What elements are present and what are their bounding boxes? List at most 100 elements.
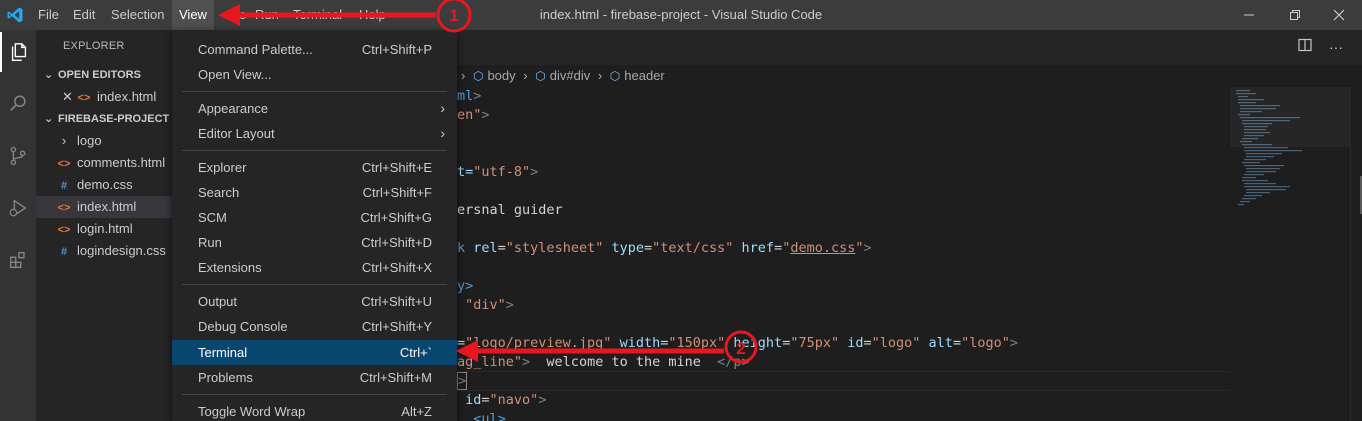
- menu-item-appearance[interactable]: Appearance ›: [172, 96, 457, 121]
- tree-item-label: login.html: [77, 221, 133, 236]
- element-icon: ⬡: [609, 69, 621, 83]
- html-icon: <>: [77, 92, 91, 104]
- current-line-highlight: [454, 371, 1230, 391]
- search-icon: [10, 95, 26, 112]
- css-icon: #: [60, 246, 68, 258]
- code-line[interactable]: t="utf-8">: [457, 163, 538, 182]
- code-line[interactable]: "div">: [457, 296, 514, 315]
- search-activity-button[interactable]: [0, 84, 36, 124]
- css-icon: #: [60, 180, 68, 192]
- code-line[interactable]: en">: [457, 106, 490, 125]
- split-editor-button[interactable]: [1296, 38, 1314, 56]
- code-line[interactable]: ag_line"> welcome to the mine </p>: [457, 353, 750, 372]
- html-icon: <>: [57, 224, 71, 236]
- more-actions-button[interactable]: ···: [1327, 38, 1345, 56]
- code-line[interactable]: ersnal guider: [457, 201, 563, 220]
- menu-item-terminal[interactable]: Terminal Ctrl+`: [172, 340, 457, 365]
- project-header[interactable]: ⌄ FIREBASE-PROJECT: [36, 108, 172, 130]
- menu-separator: [182, 394, 447, 395]
- menu-edit[interactable]: Edit: [66, 0, 102, 30]
- open-editor-label: index.html: [97, 89, 157, 104]
- tree-file-comments[interactable]: <> comments.html: [36, 152, 172, 174]
- explorer-title: EXPLORER: [63, 40, 125, 52]
- files-icon: [11, 43, 27, 61]
- menu-separator: [182, 150, 447, 151]
- extensions-activity-button[interactable]: [0, 240, 36, 280]
- menu-item-debug-console[interactable]: Debug Console Ctrl+Shift+Y: [172, 314, 457, 339]
- explorer-sidebar: EXPLORER ⌄ OPEN EDITORS ✕ <> index.html ⌄ FI…: [36, 30, 172, 421]
- minimap[interactable]: [1230, 87, 1350, 421]
- open-editors-header[interactable]: ⌄ OPEN EDITORS: [36, 64, 172, 86]
- chevron-right-icon: ›: [440, 125, 445, 141]
- minimize-icon: [1244, 14, 1254, 16]
- close-icon: [1333, 9, 1345, 21]
- breadcrumb: › ⬡ body › ⬡ div#div › ⬡ header: [457, 65, 665, 87]
- breadcrumb-body[interactable]: body: [487, 68, 515, 83]
- vscode-logo-icon: [7, 7, 23, 23]
- chevron-down-icon: ⌄: [44, 113, 54, 125]
- menu-item-extensions[interactable]: Extensions Ctrl+Shift+X: [172, 255, 457, 280]
- element-icon: ⬡: [472, 69, 484, 83]
- run-debug-icon: [9, 199, 27, 217]
- code-line[interactable]: ml>: [457, 87, 481, 106]
- code-line[interactable]: <ul>: [457, 410, 506, 421]
- chevron-right-icon: ›: [61, 133, 67, 148]
- menu-item-search[interactable]: Search Ctrl+Shift+F: [172, 180, 457, 205]
- source-control-icon: [10, 146, 26, 166]
- menu-item-problems[interactable]: Problems Ctrl+Shift+M: [172, 365, 457, 390]
- vertical-scrollbar[interactable]: [1350, 87, 1362, 421]
- breadcrumb-div[interactable]: div#div: [550, 68, 590, 83]
- tree-file-login[interactable]: <> login.html: [36, 218, 172, 240]
- explorer-activity-button[interactable]: [0, 32, 36, 72]
- extensions-icon: [9, 251, 25, 269]
- chevron-right-icon: ›: [461, 68, 466, 83]
- menu-item-run[interactable]: Run Ctrl+Shift+D: [172, 230, 457, 255]
- menu-view[interactable]: View: [172, 0, 214, 30]
- close-icon[interactable]: ✕: [62, 86, 76, 108]
- view-menu-dropdown: Command Palette... Ctrl+Shift+P Open View…: [172, 30, 457, 421]
- menu-item-output[interactable]: Output Ctrl+Shift+U: [172, 289, 457, 314]
- menu-run[interactable]: Run: [248, 0, 286, 30]
- menu-item-scm[interactable]: SCM Ctrl+Shift+G: [172, 205, 457, 230]
- minimize-button[interactable]: [1226, 0, 1272, 30]
- tree-item-label: index.html: [77, 199, 137, 214]
- restore-icon: [1290, 10, 1300, 20]
- split-editor-icon: [1298, 38, 1312, 52]
- code-line[interactable]: ="logo/preview.jpg" width="150px" height…: [457, 334, 1018, 353]
- element-icon: ⬡: [535, 69, 546, 83]
- menu-help[interactable]: Help: [352, 0, 393, 30]
- run-debug-activity-button[interactable]: [0, 188, 36, 228]
- menu-terminal[interactable]: Terminal: [286, 0, 349, 30]
- open-editor-item[interactable]: ✕ <> index.html: [36, 86, 172, 108]
- code-line[interactable]: k rel="stylesheet" type="text/css" href=…: [457, 239, 872, 258]
- chevron-right-icon: ›: [440, 100, 445, 116]
- chevron-right-icon: ›: [597, 68, 603, 83]
- breadcrumb-header[interactable]: header: [624, 68, 664, 83]
- close-window-button[interactable]: [1316, 0, 1362, 30]
- restore-button[interactable]: [1272, 0, 1318, 30]
- html-icon: <>: [57, 202, 71, 214]
- menu-item-explorer[interactable]: Explorer Ctrl+Shift+E: [172, 155, 457, 180]
- tree-file-index[interactable]: <> index.html: [36, 196, 172, 218]
- menu-separator: [182, 284, 447, 285]
- more-icon: ···: [1329, 39, 1343, 55]
- title-bar: index.html - firebase-project - Visual S…: [0, 0, 1362, 30]
- menu-item-editor-layout[interactable]: Editor Layout ›: [172, 121, 457, 146]
- tree-file-demo-css[interactable]: # demo.css: [36, 174, 172, 196]
- menu-item-toggle-word-wrap[interactable]: Toggle Word Wrap Alt+Z: [172, 399, 457, 421]
- tree-folder-logo[interactable]: › logo: [36, 130, 172, 152]
- source-control-activity-button[interactable]: [0, 136, 36, 176]
- tree-item-label: demo.css: [77, 177, 133, 192]
- tree-file-logindesign[interactable]: # logindesign.css: [36, 240, 172, 262]
- tree-item-label: logindesign.css: [77, 243, 166, 258]
- open-editors-label: OPEN EDITORS: [58, 69, 141, 81]
- menu-selection[interactable]: Selection: [104, 0, 171, 30]
- menu-file[interactable]: File: [31, 0, 66, 30]
- menu-item-open-view[interactable]: Open View...: [172, 62, 457, 87]
- tree-item-label: comments.html: [77, 155, 166, 170]
- chevron-right-icon: ›: [523, 68, 528, 83]
- code-line[interactable]: >: [457, 372, 468, 391]
- code-line[interactable]: id="navo">: [457, 391, 546, 410]
- code-line[interactable]: y>: [457, 277, 473, 296]
- menu-item-command-palette[interactable]: Command Palette... Ctrl+Shift+P: [172, 37, 457, 62]
